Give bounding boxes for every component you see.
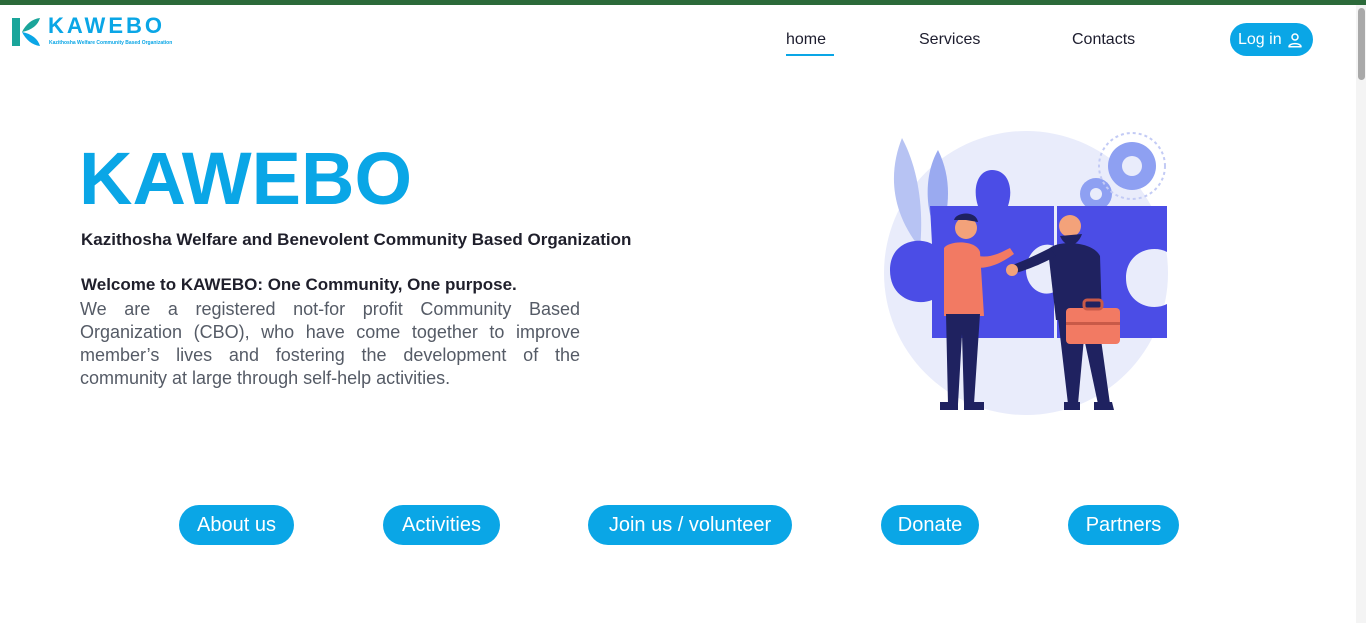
user-icon <box>1287 32 1302 47</box>
handshake-puzzle-illustration <box>884 131 1168 415</box>
nav-active-indicator <box>786 54 834 56</box>
activities-button[interactable]: Activities <box>383 505 500 545</box>
donate-button[interactable]: Donate <box>881 505 979 545</box>
about-us-button[interactable]: About us <box>179 505 294 545</box>
logo-leaf-icon <box>12 18 40 46</box>
login-button[interactable]: Log in <box>1230 23 1313 56</box>
kawebo-logo[interactable]: KAWEBO Kazithosha Welfare Community Base… <box>10 13 173 50</box>
top-accent-strip <box>0 0 1366 5</box>
nav-home-link[interactable]: home <box>786 30 826 50</box>
hero-subtitle: Kazithosha Welfare and Benevolent Commun… <box>81 230 632 249</box>
welcome-heading: Welcome to KAWEBO: One Community, One pu… <box>81 275 517 294</box>
logo-tagline: Kazithosha Welfare Community Based Organ… <box>49 40 173 46</box>
join-volunteer-button[interactable]: Join us / volunteer <box>588 505 792 545</box>
partners-button[interactable]: Partners <box>1068 505 1179 545</box>
nav-services-link[interactable]: Services <box>919 30 980 50</box>
nav-contacts-link[interactable]: Contacts <box>1072 30 1135 50</box>
hero-description: We are a registered not-for profit Commu… <box>80 299 580 388</box>
hero-title: KAWEBO <box>79 137 412 220</box>
page-scrollbar-thumb[interactable] <box>1358 8 1365 80</box>
logo-wordmark: KAWEBO <box>48 13 165 38</box>
page-scrollbar[interactable] <box>1356 5 1366 623</box>
login-button-label: Log in <box>1238 30 1282 48</box>
